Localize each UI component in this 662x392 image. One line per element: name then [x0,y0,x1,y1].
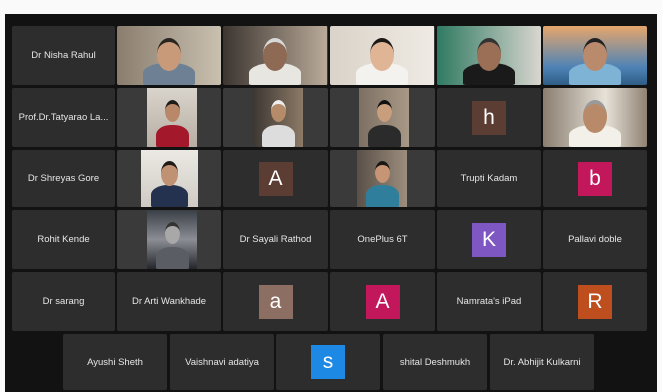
participant-name: OnePlus 6T [357,234,408,245]
participant-avatar: A [365,284,400,319]
participant-tile[interactable] [543,26,647,85]
participant-tile[interactable]: A [330,272,435,331]
participant-tile[interactable]: Prof.Dr.Tatyarao La... [12,88,115,147]
participant-tile[interactable] [437,26,541,85]
participant-name: Dr Shreyas Gore [27,173,100,184]
participant-tile[interactable] [330,88,435,147]
participant-tile[interactable] [117,88,221,147]
participant-tile[interactable]: A [223,150,328,207]
person-head [370,37,394,71]
participant-tile[interactable] [330,150,435,207]
participant-tile[interactable]: OnePlus 6T [330,210,435,269]
participant-avatar: h [472,100,506,135]
participant-tile[interactable]: Dr Arti Wankhade [117,272,221,331]
participant-avatar: s [311,345,345,379]
participant-name: Ayushi Sheth [87,356,143,368]
person-head [374,161,390,184]
participant-tile[interactable]: Namrata's iPad [437,272,541,331]
participant-name: Trupti Kadam [460,173,518,184]
participant-tile[interactable]: h [437,88,541,147]
participant-tile[interactable] [330,26,435,85]
participant-name: Dr. Abhijit Kulkarni [503,356,581,368]
video-feed [359,88,409,147]
participant-tile[interactable]: Rohit Kende [12,210,115,269]
participant-name: Dr Sayali Rathod [239,234,312,245]
video-feed [357,150,407,207]
participant-tile[interactable] [117,26,221,85]
participant-tile[interactable]: Dr sarang [12,272,115,331]
participant-name: Vaishnavi adatiya [185,356,259,368]
participant-tile[interactable] [117,150,221,207]
participant-tile[interactable]: Dr Nisha Rahul [12,26,115,85]
person-silhouette [365,185,399,207]
video-feed [117,26,221,85]
participant-tile[interactable]: Trupti Kadam [437,150,541,207]
participant-tile[interactable] [117,210,221,269]
participant-tile[interactable]: Dr Sayali Rathod [223,210,328,269]
person-head [477,37,501,71]
person-head [164,99,180,122]
participant-name: Namrata's iPad [456,296,522,307]
person-head [270,99,286,122]
video-feed [253,88,303,147]
participant-name: Prof.Dr.Tatyarao La... [18,112,109,123]
participant-name: Rohit Kende [37,234,90,245]
video-feed [543,26,647,85]
participant-tile[interactable]: Pallavi doble [543,210,647,269]
participant-avatar: b [578,161,612,196]
video-feed [330,26,434,85]
participant-tile[interactable]: Dr. Abhijit Kulkarni [490,334,594,390]
person-head [164,221,180,244]
participant-avatar: A [258,161,293,196]
participant-avatar: R [578,284,612,319]
participant-name: Dr Nisha Rahul [31,50,96,61]
participant-tile[interactable]: Ayushi Sheth [63,334,167,390]
participant-name: shital Deshmukh [399,356,471,368]
participant-tile[interactable]: R [543,272,647,331]
person-silhouette [155,124,189,147]
meeting-gallery: Dr Nisha Rahul Prof.Dr.Tatyarao La... h Dr … [5,14,657,392]
person-head [157,37,181,71]
participant-tile[interactable]: Vaishnavi adatiya [170,334,274,390]
participant-tile[interactable] [223,88,328,147]
person-head [583,99,607,133]
person-silhouette [150,185,189,207]
participant-avatar: K [472,222,506,257]
video-feed [223,26,327,85]
video-feed [147,88,197,147]
person-silhouette [261,124,295,147]
participant-name: Pallavi doble [568,234,622,245]
participant-name: Dr sarang [42,296,85,307]
participant-tile[interactable]: K [437,210,541,269]
person-silhouette [367,124,401,147]
participant-tile[interactable] [543,88,647,147]
person-head [583,37,607,71]
participant-tile[interactable]: a [223,272,328,331]
participant-avatar: a [258,284,293,319]
participant-tile[interactable]: b [543,150,647,207]
person-head [160,161,179,186]
participant-tile[interactable]: shital Deshmukh [383,334,487,390]
person-silhouette [155,246,189,269]
video-feed [141,150,198,207]
participant-tile[interactable]: s [276,334,380,390]
video-feed [437,26,541,85]
person-head [376,99,392,122]
participant-tile[interactable]: Dr Shreyas Gore [12,150,115,207]
participant-tile[interactable] [223,26,328,85]
video-feed [147,210,197,269]
participant-name: Dr Arti Wankhade [131,296,207,307]
person-head [263,37,287,71]
video-feed [543,88,647,147]
